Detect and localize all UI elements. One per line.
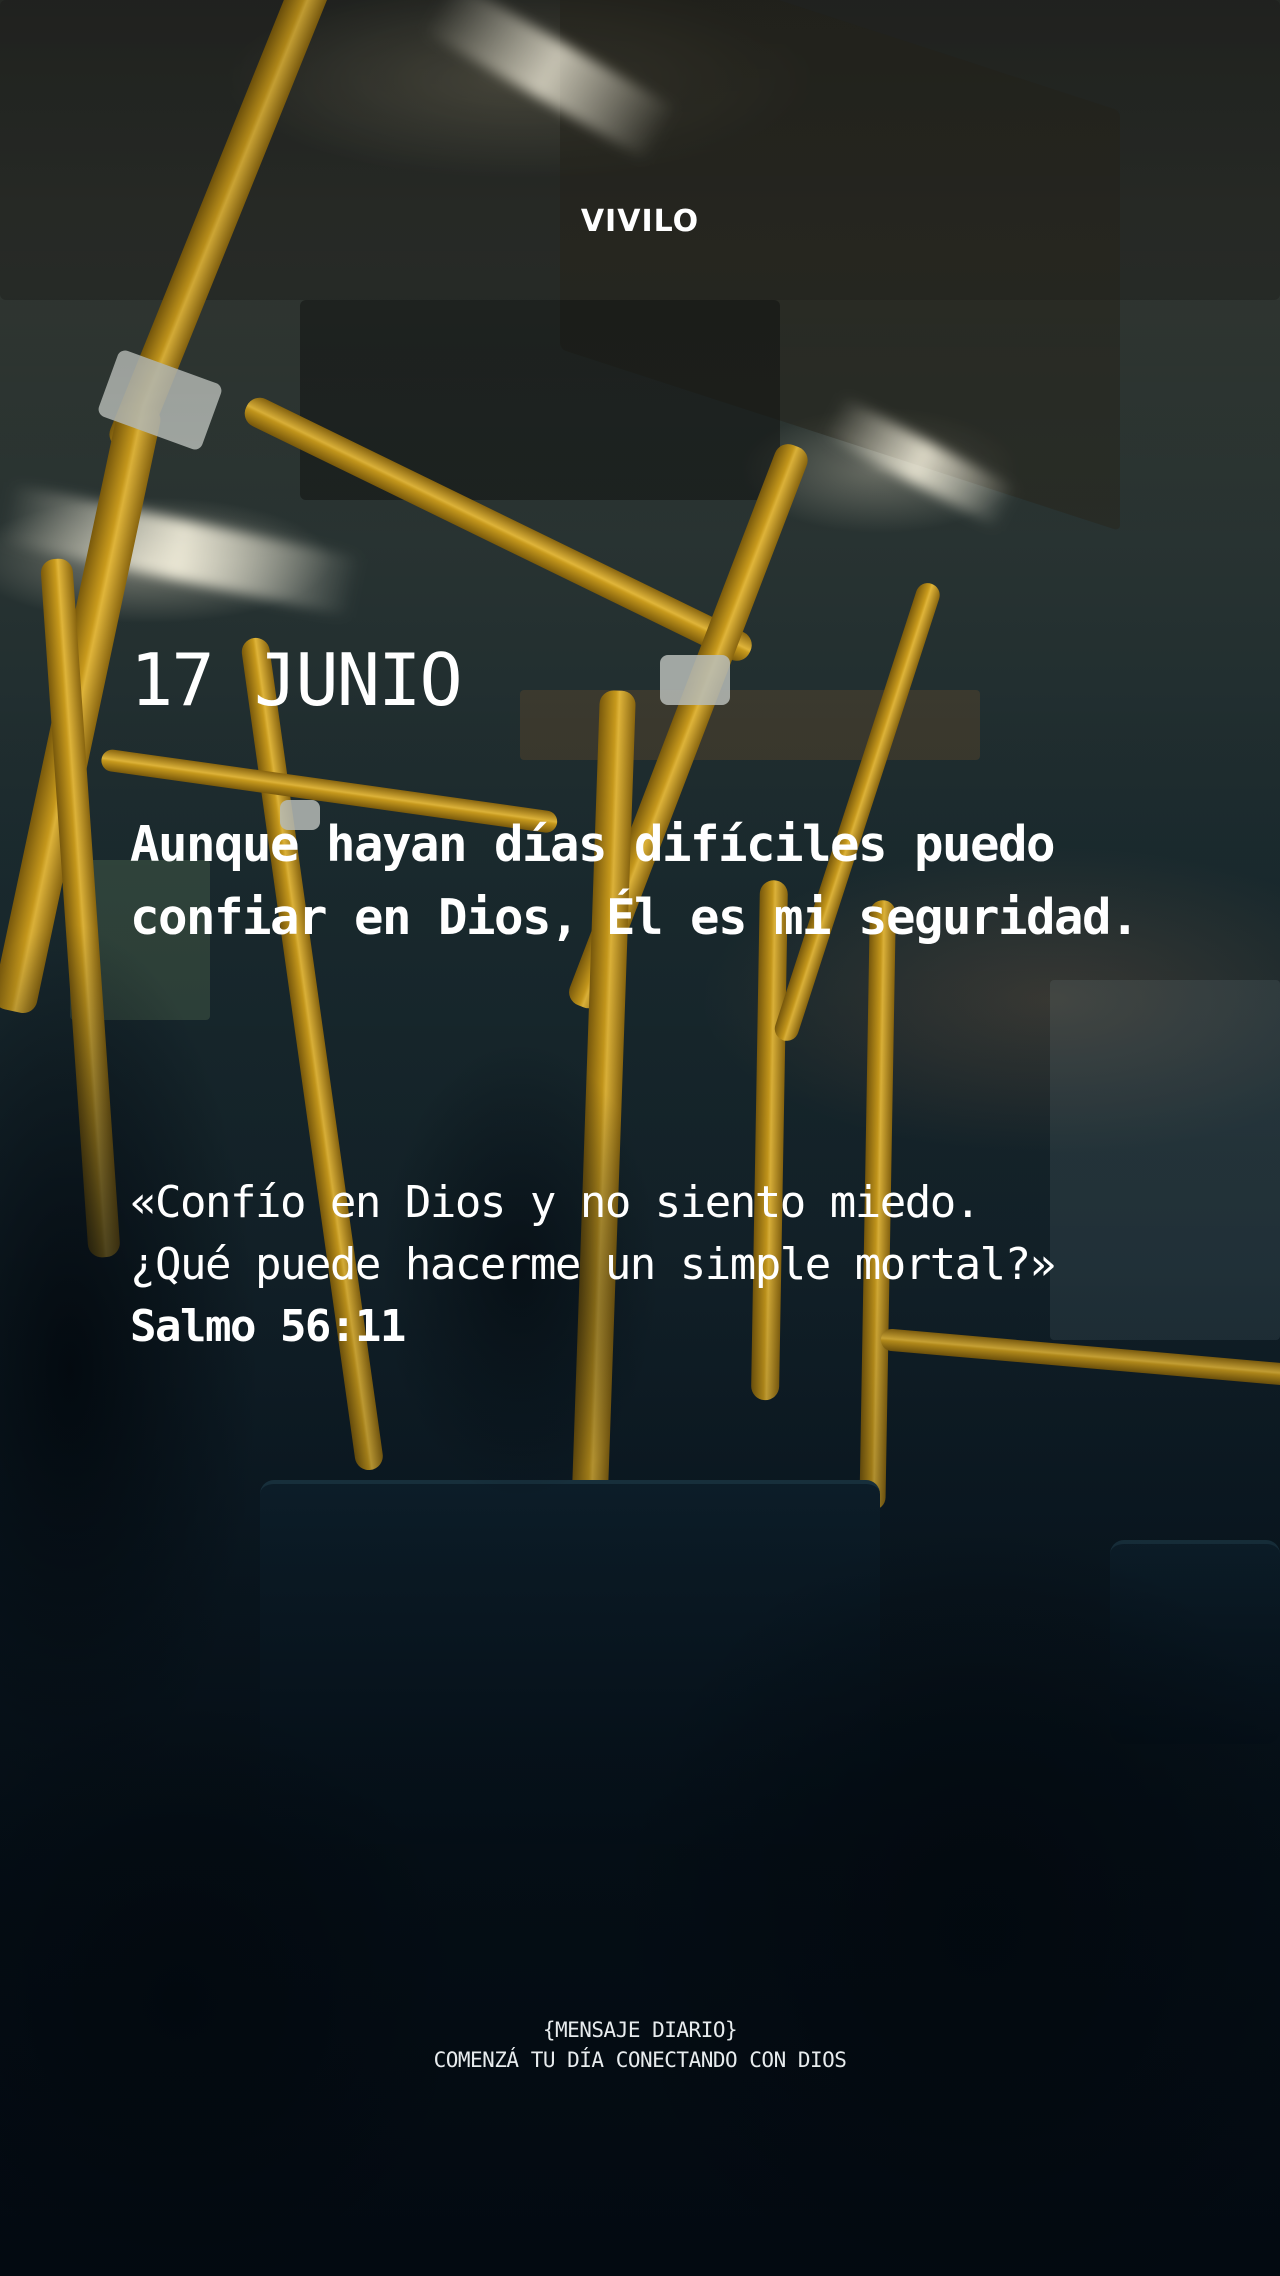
footer-tagline: COMENZÁ TU DÍA CONECTANDO CON DIOS bbox=[433, 2048, 847, 2072]
footer: {MENSAJE DIARIO} COMENZÁ TU DÍA CONECTAN… bbox=[0, 2015, 1280, 2075]
verse-line: «Confío en Dios y no siento miedo. bbox=[130, 1177, 981, 1228]
daily-message-card: VIVILO 17 JUNIO Aunque hayan días difíci… bbox=[0, 0, 1280, 2276]
footer-label: {MENSAJE DIARIO} bbox=[542, 2018, 738, 2042]
brand-logo: VIVILO bbox=[580, 204, 700, 239]
date-heading: 17 JUNIO bbox=[130, 638, 463, 722]
verse-reference: Salmo 56:11 bbox=[130, 1301, 406, 1352]
verse-line: ¿Qué puede hacerme un simple mortal?» bbox=[130, 1239, 1056, 1290]
daily-message-headline: Aunque hayan días difíciles puedo confia… bbox=[130, 816, 1140, 946]
verse-quote: «Confío en Dios y no siento miedo. ¿Qué … bbox=[130, 1172, 1210, 1296]
bus-interior-photo bbox=[0, 0, 1280, 2276]
